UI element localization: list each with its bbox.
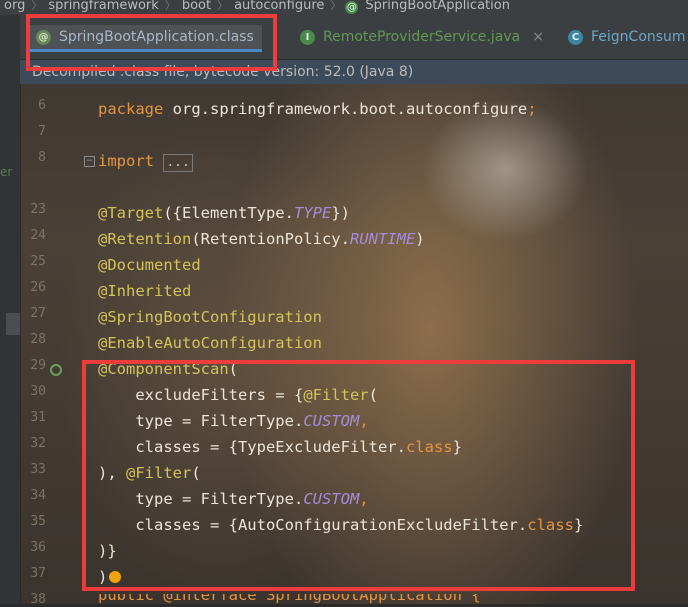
keyword-package: package [98, 100, 164, 118]
breadcrumb-item-springframework[interactable]: springframework [44, 0, 162, 12]
annotation-documented: @Documented [98, 256, 201, 274]
code-line-interface: public @interface SpringBootApplication … [88, 594, 688, 604]
line-number: 6 [38, 98, 46, 113]
breadcrumb-item-autoconfigure[interactable]: autoconfigure [230, 0, 328, 12]
annotation-icon: @ [345, 1, 359, 14]
tab-label: FeignConsum [591, 29, 686, 45]
constant-type: TYPE [293, 204, 332, 222]
line-number: 32 [30, 436, 46, 451]
code-line-target: @Target({ElementType.TYPE}) [98, 200, 350, 226]
line-number: 34 [30, 488, 46, 503]
close-icon[interactable]: × [532, 29, 544, 45]
keyword-import: import [98, 152, 154, 170]
import-fold[interactable]: ... [163, 154, 193, 172]
semicolon: ; [527, 100, 537, 118]
line-number: 8 [38, 150, 46, 165]
line-number: 38 [30, 592, 46, 607]
chevron-right-icon: 〉 [31, 0, 43, 12]
retention-args-close: ) [415, 230, 425, 248]
code-line-enableautoconfiguration: @EnableAutoConfiguration [98, 330, 322, 356]
chevron-right-icon: 〉 [217, 0, 229, 12]
class-icon: C [568, 29, 583, 45]
code-line-package: package org.springframework.boot.autocon… [98, 96, 537, 122]
annotation-springbootconfiguration: @SpringBootConfiguration [98, 308, 322, 326]
target-args-close: }) [331, 204, 350, 222]
line-number-gutter: 6 7 8 − 23 24 25 26 27 28 29 30 31 32 33… [20, 84, 95, 607]
line-number: 29 [30, 358, 46, 373]
line-number: 27 [30, 306, 46, 321]
left-strip-label: er [0, 165, 13, 179]
line-number: 30 [30, 384, 46, 399]
tab-remoteproviderservice-java[interactable]: I RemoteProviderService.java × [300, 25, 544, 49]
chevron-right-icon: 〉 [164, 0, 176, 12]
line-number: 26 [30, 280, 46, 295]
annotation-retention: @Retention [98, 230, 192, 248]
highlight-box-tab [26, 14, 277, 71]
interface-declaration: public @interface SpringBootApplication … [98, 594, 481, 604]
left-tool-strip: er [0, 15, 21, 604]
line-number: 36 [30, 540, 46, 555]
breadcrumb-item-org[interactable]: org [0, 0, 29, 12]
chevron-right-icon: 〉 [330, 0, 342, 12]
line-number: 28 [30, 332, 46, 347]
code-line-import: import ... [98, 148, 193, 174]
code-line-inherited: @Inherited [98, 278, 191, 304]
package-name: org.springframework.boot.autoconfigure [163, 100, 528, 118]
component-scan-gutter-icon[interactable] [50, 364, 62, 376]
code-line-springbootconfiguration: @SpringBootConfiguration [98, 304, 322, 330]
line-number: 33 [30, 462, 46, 477]
line-number: 31 [30, 410, 46, 425]
target-args: ({ElementType. [163, 204, 294, 222]
annotation-inherited: @Inherited [98, 282, 192, 300]
breadcrumb: org 〉 springframework 〉 boot 〉 autoconfigure 〉 @… [0, 0, 688, 15]
annotation-target: @Target [98, 204, 164, 222]
constant-runtime: RUNTIME [349, 230, 416, 248]
fold-toggle-icon[interactable]: − [84, 156, 95, 167]
retention-args: (RetentionPolicy. [191, 230, 350, 248]
tab-label: RemoteProviderService.java [323, 29, 521, 45]
line-number: 25 [30, 254, 46, 269]
breadcrumb-item-boot[interactable]: boot [178, 0, 215, 12]
code-line-documented: @Documented [98, 252, 201, 278]
code-line-retention: @Retention(RetentionPolicy.RUNTIME) [98, 226, 425, 252]
breadcrumb-item-springbootapplication[interactable]: SpringBootApplication [361, 0, 514, 12]
line-number: 37 [30, 566, 46, 581]
highlight-box-componentscan [82, 360, 635, 591]
line-number: 24 [30, 228, 46, 243]
left-strip-marker [6, 313, 20, 335]
tab-feignconsumer[interactable]: C FeignConsum [568, 25, 686, 49]
interface-icon: I [300, 29, 315, 45]
line-number: 7 [38, 124, 46, 139]
annotation-enableautoconfiguration: @EnableAutoConfiguration [98, 334, 322, 352]
line-number: 23 [30, 202, 46, 217]
line-number: 35 [30, 514, 46, 529]
